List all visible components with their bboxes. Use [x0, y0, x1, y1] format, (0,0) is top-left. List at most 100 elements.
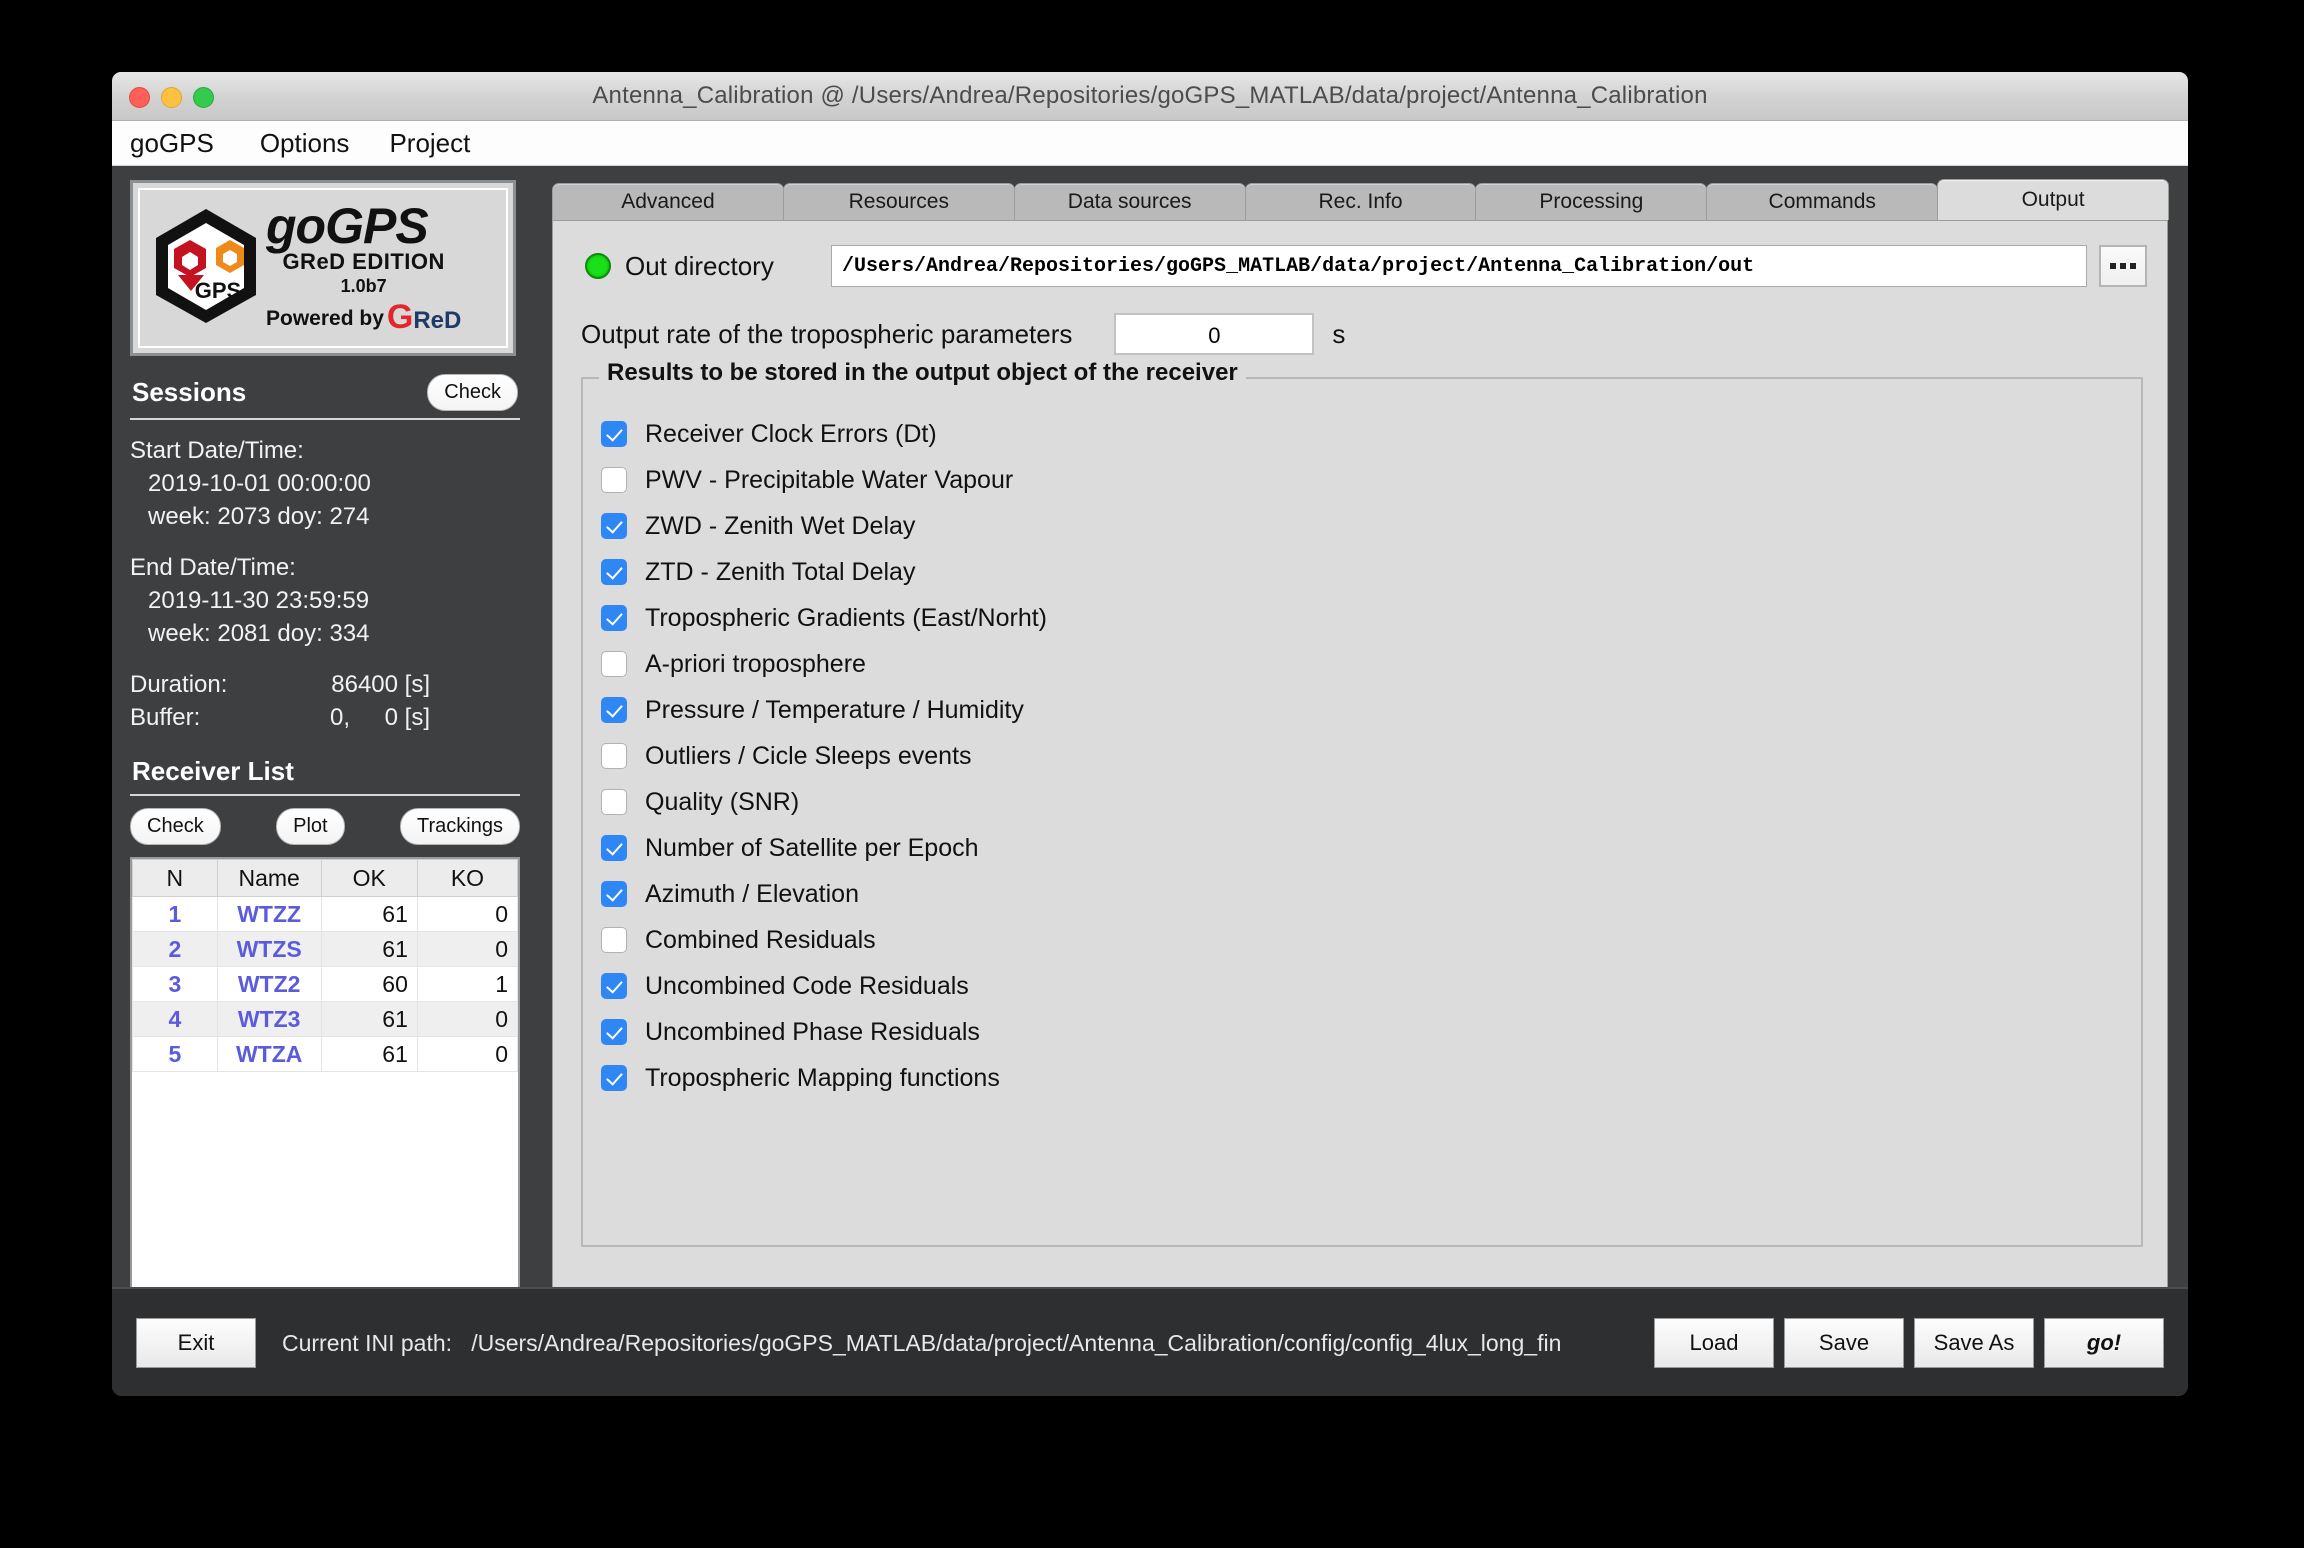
checkbox-pwv[interactable]: PWV - Precipitable Water Vapour	[601, 457, 2141, 503]
checkbox-a-priori-troposphere[interactable]: A-priori troposphere	[601, 641, 2141, 687]
checkbox-receiver-clock-errors[interactable]: Receiver Clock Errors (Dt)	[601, 411, 2141, 457]
menu-gogps[interactable]: goGPS	[130, 128, 240, 159]
tab-resources[interactable]: Resources	[782, 183, 1015, 220]
checkbox-icon-checked[interactable]	[601, 835, 627, 861]
receiver-table[interactable]: N Name OK KO 1 WTZZ 61 0 2 WTZS 61 0 3 W…	[130, 857, 520, 1291]
checkbox-label: Outliers / Cicle Sleeps events	[645, 741, 972, 770]
receiver-check-button[interactable]: Check	[130, 808, 221, 845]
gred-brand-red: ReD	[413, 307, 462, 334]
checkbox-uncombined-code-residuals[interactable]: Uncombined Code Residuals	[601, 963, 2141, 1009]
tab-output[interactable]: Output	[1937, 179, 2170, 220]
menu-project[interactable]: Project	[369, 128, 490, 159]
table-row[interactable]: 4 WTZ3 61 0	[132, 1001, 518, 1037]
checkbox-icon-unchecked[interactable]	[601, 927, 627, 953]
checkbox-icon-checked[interactable]	[601, 421, 627, 447]
checkbox-label: Uncombined Code Residuals	[645, 971, 969, 1000]
checkbox-outliers-cycle-slips[interactable]: Outliers / Cicle Sleeps events	[601, 733, 2141, 779]
table-row[interactable]: 5 WTZA 61 0	[132, 1036, 518, 1072]
cell-name: WTZA	[216, 1036, 322, 1072]
checkbox-icon-checked[interactable]	[601, 513, 627, 539]
tab-advanced[interactable]: Advanced	[552, 183, 784, 220]
checkbox-icon-unchecked[interactable]	[601, 651, 627, 677]
checkbox-icon-checked[interactable]	[601, 881, 627, 907]
cell-n: 5	[132, 1036, 218, 1072]
tab-data-sources[interactable]: Data sources	[1013, 183, 1246, 220]
checkbox-label: PWV - Precipitable Water Vapour	[645, 465, 1014, 494]
checkbox-icon-checked[interactable]	[601, 605, 627, 631]
cell-ok: 61	[320, 896, 418, 932]
cell-n: 3	[132, 966, 218, 1002]
exit-button[interactable]: Exit	[136, 1318, 256, 1368]
column-header-ko: KO	[416, 859, 518, 897]
checkbox-ztd[interactable]: ZTD - Zenith Total Delay	[601, 549, 2141, 595]
output-rate-input[interactable]: 0	[1114, 313, 1315, 355]
end-week-doy: week: 2081 doy: 334	[148, 620, 370, 647]
checkbox-zwd[interactable]: ZWD - Zenith Wet Delay	[601, 503, 2141, 549]
menu-options[interactable]: Options	[240, 128, 370, 159]
tab-commands[interactable]: Commands	[1706, 183, 1939, 220]
checkbox-azimuth-elevation[interactable]: Azimuth / Elevation	[601, 871, 2141, 917]
sessions-title: Sessions	[132, 377, 247, 407]
results-group-title: Results to be stored in the output objec…	[599, 359, 1246, 387]
start-date-value: 2019-10-01 00:00:00	[148, 470, 371, 497]
start-date-label: Start Date/Time:	[130, 437, 304, 464]
checkbox-icon-checked[interactable]	[601, 697, 627, 723]
checkbox-icon-checked[interactable]	[601, 1065, 627, 1091]
tab-rec-info[interactable]: Rec. Info	[1244, 183, 1477, 220]
cell-name: WTZ2	[216, 966, 322, 1002]
cell-ok: 61	[320, 1036, 418, 1072]
footer-buttons: Load Save Save As go!	[1654, 1318, 2164, 1368]
results-checkbox-list: Receiver Clock Errors (Dt) PWV - Precipi…	[583, 377, 2141, 1101]
checkbox-label: Tropospheric Gradients (East/Norht)	[645, 603, 1048, 632]
buffer-value-1: 0,	[329, 704, 350, 731]
table-row[interactable]: 2 WTZS 61 0	[132, 931, 518, 967]
powered-by-label: Powered by	[266, 307, 384, 330]
checkbox-uncombined-phase-residuals[interactable]: Uncombined Phase Residuals	[601, 1009, 2141, 1055]
results-group-box: Results to be stored in the output objec…	[581, 359, 2143, 1247]
checkbox-tropospheric-mapping-functions[interactable]: Tropospheric Mapping functions	[601, 1055, 2141, 1101]
load-button[interactable]: Load	[1654, 1318, 1774, 1368]
save-button[interactable]: Save	[1784, 1318, 1904, 1368]
checkbox-icon-checked[interactable]	[601, 973, 627, 999]
buffer-label: Buffer:	[130, 704, 201, 731]
tab-strip: Advanced Resources Data sources Rec. Inf…	[552, 179, 2170, 220]
duration-value: 86400 [s]	[331, 671, 430, 698]
checkbox-tropospheric-gradients[interactable]: Tropospheric Gradients (East/Norht)	[601, 595, 2141, 641]
receiver-plot-button[interactable]: Plot	[276, 808, 345, 845]
out-directory-input[interactable]: /Users/Andrea/Repositories/goGPS_MATLAB/…	[831, 245, 2087, 287]
checkbox-label: ZTD - Zenith Total Delay	[645, 557, 916, 586]
sessions-check-button[interactable]: Check	[427, 374, 518, 411]
checkbox-quality-snr[interactable]: Quality (SNR)	[601, 779, 2141, 825]
checkbox-pressure-temperature-humidity[interactable]: Pressure / Temperature / Humidity	[601, 687, 2141, 733]
checkbox-icon-unchecked[interactable]	[601, 743, 627, 769]
checkbox-label: Pressure / Temperature / Humidity	[645, 695, 1024, 724]
table-row[interactable]: 3 WTZ2 60 1	[132, 966, 518, 1002]
status-led-icon	[585, 253, 611, 279]
checkbox-combined-residuals[interactable]: Combined Residuals	[601, 917, 2141, 963]
start-week-doy: week: 2073 doy: 274	[148, 503, 370, 530]
checkbox-label: Number of Satellite per Epoch	[645, 833, 979, 862]
buffer-value-2: 0 [s]	[384, 704, 430, 731]
ini-path-label: Current INI path:	[282, 1329, 453, 1356]
checkbox-icon-checked[interactable]	[601, 1019, 627, 1045]
sidebar: GPS goGPS GReD EDITION 1.0b7 Powered by …	[130, 180, 520, 1350]
checkbox-icon-checked[interactable]	[601, 559, 627, 585]
checkbox-icon-unchecked[interactable]	[601, 467, 627, 493]
ini-path-value: /Users/Andrea/Repositories/goGPS_MATLAB/…	[471, 1329, 1562, 1356]
checkbox-number-of-satellite-per-epoch[interactable]: Number of Satellite per Epoch	[601, 825, 2141, 871]
logo-wordmark: goGPS	[266, 198, 429, 254]
menu-bar: goGPS Options Project	[112, 121, 2188, 166]
checkbox-icon-unchecked[interactable]	[601, 789, 627, 815]
duration-row: Duration: 86400 [s]	[130, 668, 520, 701]
checkbox-label: Azimuth / Elevation	[645, 879, 859, 908]
ini-path-status: Current INI path: /Users/Andrea/Reposito…	[282, 1330, 1654, 1357]
cell-ok: 60	[320, 966, 418, 1002]
receiver-trackings-button[interactable]: Trackings	[400, 808, 520, 845]
table-row[interactable]: 1 WTZZ 61 0	[132, 896, 518, 932]
out-directory-label: Out directory	[625, 250, 774, 281]
go-button[interactable]: go!	[2044, 1318, 2164, 1368]
save-as-button[interactable]: Save As	[1914, 1318, 2034, 1368]
browse-directory-button[interactable]	[2099, 245, 2147, 287]
cell-ok: 61	[320, 931, 418, 967]
tab-processing[interactable]: Processing	[1475, 183, 1708, 220]
